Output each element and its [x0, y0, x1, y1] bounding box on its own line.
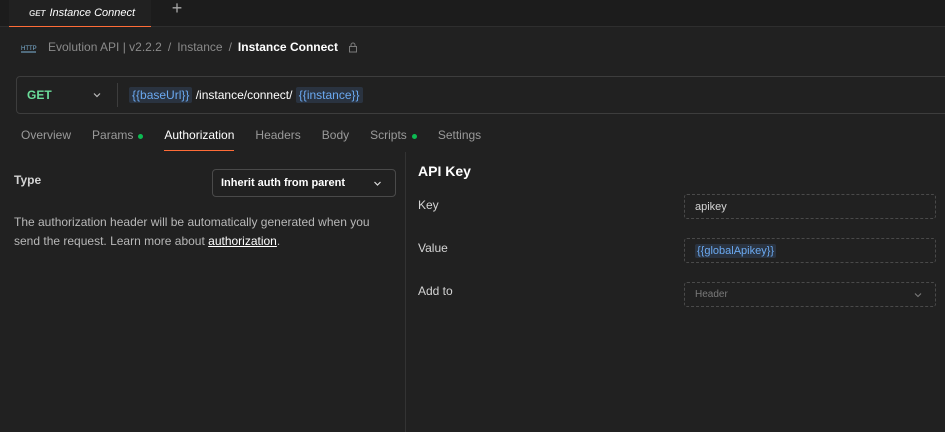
url-variable-baseurl: {{baseUrl}} — [129, 87, 193, 103]
auth-type-value: Inherit auth from parent — [221, 177, 346, 189]
chevron-down-icon — [914, 293, 922, 298]
add-to-value: Header — [695, 289, 728, 300]
request-tab[interactable]: GET Instance Connect — [9, 0, 151, 27]
value-label: Value — [418, 241, 448, 255]
breadcrumb-folder[interactable]: Instance — [177, 40, 222, 54]
tab-label: Body — [321, 128, 350, 142]
status-dot — [411, 134, 417, 139]
api-key-panel: API Key Key apikey Value {{globalApikey}… — [407, 152, 945, 432]
lock-icon[interactable] — [348, 42, 358, 53]
tab-label: Headers — [255, 128, 301, 142]
tab-scripts[interactable]: Scripts — [370, 127, 417, 151]
tab-label: Params — [92, 128, 134, 142]
method-select[interactable]: GET — [17, 77, 117, 113]
request-tab-bar: GET Instance Connect + — [0, 0, 945, 27]
tab-label: Scripts — [370, 128, 407, 142]
http-request-icon: HTTP — [21, 46, 37, 52]
svg-text:HTTP: HTTP — [21, 46, 37, 52]
tab-label: Authorization — [164, 128, 235, 142]
auth-description: The authorization header will be automat… — [14, 213, 394, 251]
url-bar: GET {{baseUrl}} /instance/connect/ {{ins… — [16, 76, 945, 114]
status-dot — [138, 134, 144, 139]
breadcrumb-current[interactable]: Instance Connect — [238, 40, 338, 54]
add-to-label: Add to — [418, 284, 453, 298]
tab-headers[interactable]: Headers — [255, 127, 300, 151]
auth-type-label: Type — [14, 173, 42, 187]
chevron-down-icon — [374, 181, 381, 186]
tab-params[interactable]: Params — [92, 127, 144, 151]
add-to-select[interactable]: Header — [684, 282, 936, 307]
url-divider — [117, 83, 118, 107]
breadcrumb-separator: / — [228, 40, 232, 54]
breadcrumb-separator: / — [167, 40, 172, 54]
auth-description-text: The authorization header will be automat… — [14, 215, 370, 248]
auth-description-end: . — [276, 234, 281, 248]
auth-type-panel: Type Inherit auth from parent The author… — [0, 152, 406, 432]
key-label: Key — [418, 198, 439, 212]
request-tabs: Overview Params Authorization Headers Bo… — [21, 127, 481, 151]
auth-type-select[interactable]: Inherit auth from parent — [212, 169, 396, 197]
tab-settings[interactable]: Settings — [438, 127, 481, 151]
url-input[interactable]: {{baseUrl}} /instance/connect/ {{instanc… — [129, 77, 363, 113]
key-value: apikey — [695, 200, 727, 213]
new-tab-button[interactable]: + — [168, 0, 186, 18]
authorization-link[interactable]: authorization — [208, 234, 277, 248]
url-variable-instance: {{instance}} — [295, 87, 363, 103]
value-variable: {{globalApikey}} — [695, 243, 777, 258]
tab-overview[interactable]: Overview — [21, 127, 71, 151]
tab-body[interactable]: Body — [322, 127, 349, 151]
url-path: /instance/connect/ — [192, 88, 296, 102]
chevron-down-icon — [93, 93, 101, 98]
tab-label: Settings — [437, 128, 482, 142]
tab-label: Overview — [21, 128, 72, 142]
breadcrumb-collection[interactable]: Evolution API | v2.2.2 — [48, 40, 162, 54]
value-field[interactable]: {{globalApikey}} — [684, 238, 936, 263]
breadcrumb: HTTP Evolution API | v2.2.2 / Instance /… — [20, 38, 358, 56]
key-field[interactable]: apikey — [684, 194, 936, 219]
api-key-title: API Key — [418, 163, 471, 179]
tab-authorization[interactable]: Authorization — [164, 127, 235, 151]
request-tab-name: Instance Connect — [49, 7, 136, 19]
method-value: GET — [27, 88, 52, 102]
request-tab-method: GET — [29, 8, 46, 18]
